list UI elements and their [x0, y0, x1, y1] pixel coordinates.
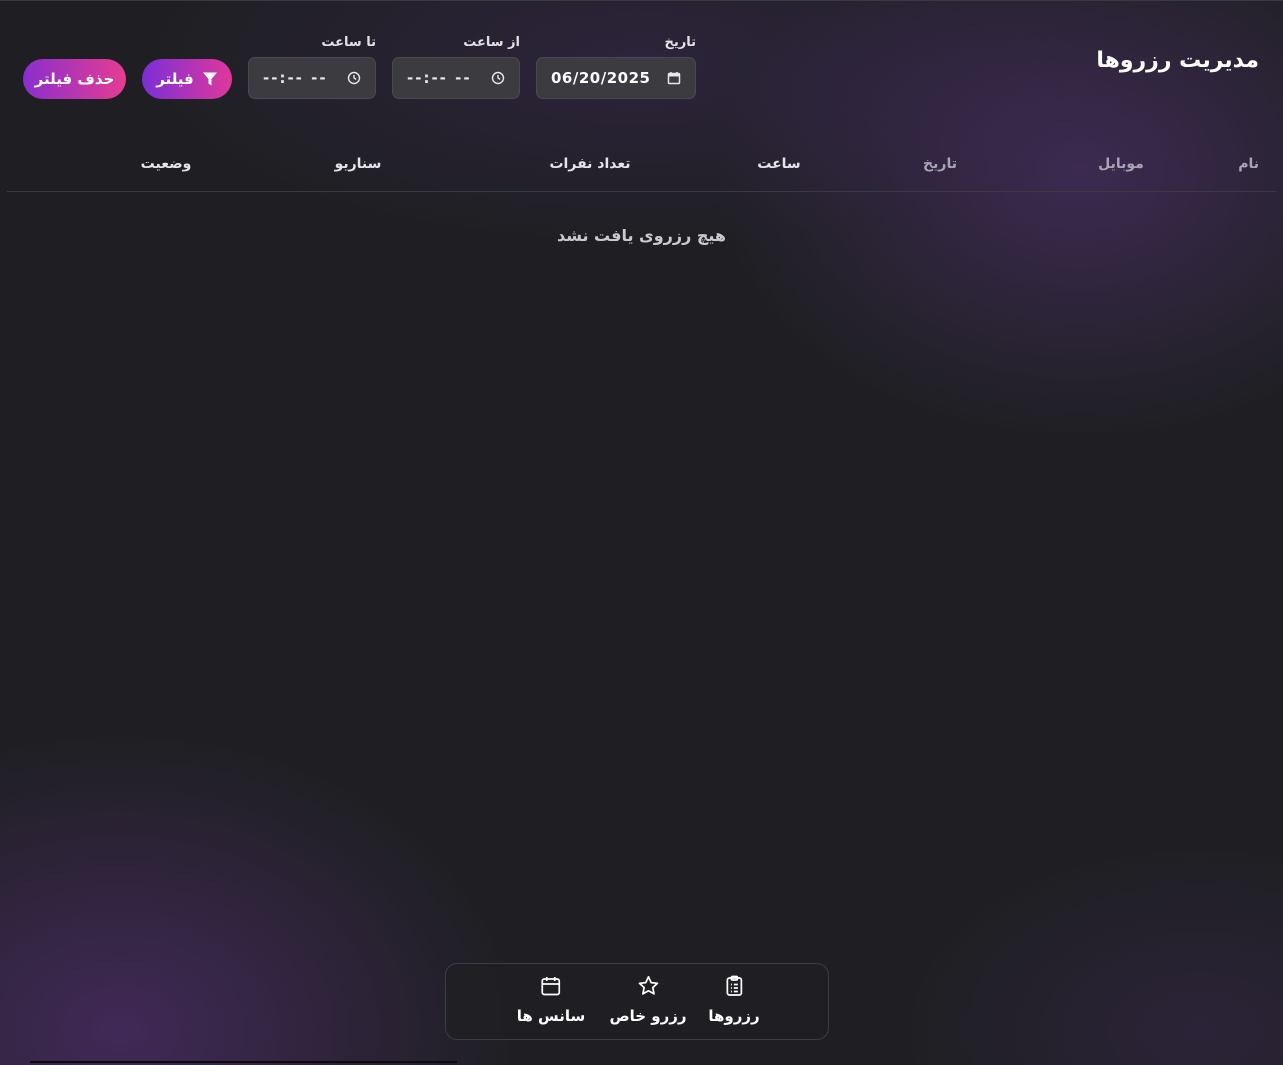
from-time-value: --:-- --: [407, 69, 472, 87]
column-header-scenario: سناریو: [334, 156, 382, 172]
bottom-nav: رزروها رزرو خاص سانس ها: [445, 963, 829, 1040]
top-border: [0, 0, 1283, 1]
date-input-value: 06/20/2025: [551, 69, 651, 87]
date-input[interactable]: 06/20/2025: [536, 57, 696, 99]
column-header-name: نام: [1238, 156, 1259, 172]
filter-button[interactable]: فیلتر: [142, 59, 232, 99]
filter-icon: [202, 72, 217, 86]
to-time-value: --:-- --: [263, 69, 328, 87]
date-filter-label: تاریخ: [664, 35, 697, 50]
nav-item-special-reservation[interactable]: رزرو خاص: [609, 974, 687, 1025]
column-header-time: ساعت: [757, 156, 801, 172]
clock-icon[interactable]: [491, 71, 505, 85]
nav-item-sessions[interactable]: سانس ها: [517, 974, 585, 1025]
bottom-divider: [30, 1061, 457, 1063]
page-title: مدیریت رزروها: [1096, 48, 1259, 73]
from-time-filter: از ساعت --:-- --: [392, 34, 520, 99]
nav-label-reservations: رزروها: [708, 1007, 760, 1025]
clear-filter-button[interactable]: حذف فیلتر: [23, 59, 126, 99]
from-time-input[interactable]: --:-- --: [392, 57, 520, 99]
calendar-icon[interactable]: [667, 71, 681, 85]
empty-state-message: هیچ رزروی یافت نشد: [556, 226, 727, 245]
column-header-date: تاریخ: [923, 156, 957, 172]
clear-filter-label: حذف فیلتر: [34, 70, 115, 88]
column-header-mobile: موبایل: [1098, 156, 1144, 172]
column-header-status: وضعیت: [140, 156, 192, 172]
nav-label-special-reservation: رزرو خاص: [609, 1007, 687, 1025]
calendar-icon: [541, 977, 561, 996]
clock-icon[interactable]: [347, 71, 361, 85]
star-icon: [638, 975, 658, 995]
nav-label-sessions: سانس ها: [516, 1007, 586, 1025]
from-time-label: از ساعت: [463, 35, 520, 50]
to-time-input[interactable]: --:-- --: [248, 57, 376, 99]
to-time-label: تا ساعت: [321, 35, 376, 50]
to-time-filter: تا ساعت --:-- --: [248, 34, 376, 99]
clipboard-list-icon: [726, 975, 742, 996]
date-filter: تاریخ 06/20/2025: [536, 34, 696, 99]
column-header-people-count: تعداد نفرات: [549, 156, 631, 172]
nav-item-reservations[interactable]: رزروها: [708, 974, 760, 1025]
table-header: نام موبایل تاریخ ساعت تعداد نفرات سناریو…: [7, 150, 1276, 192]
filter-button-label: فیلتر: [156, 70, 194, 88]
